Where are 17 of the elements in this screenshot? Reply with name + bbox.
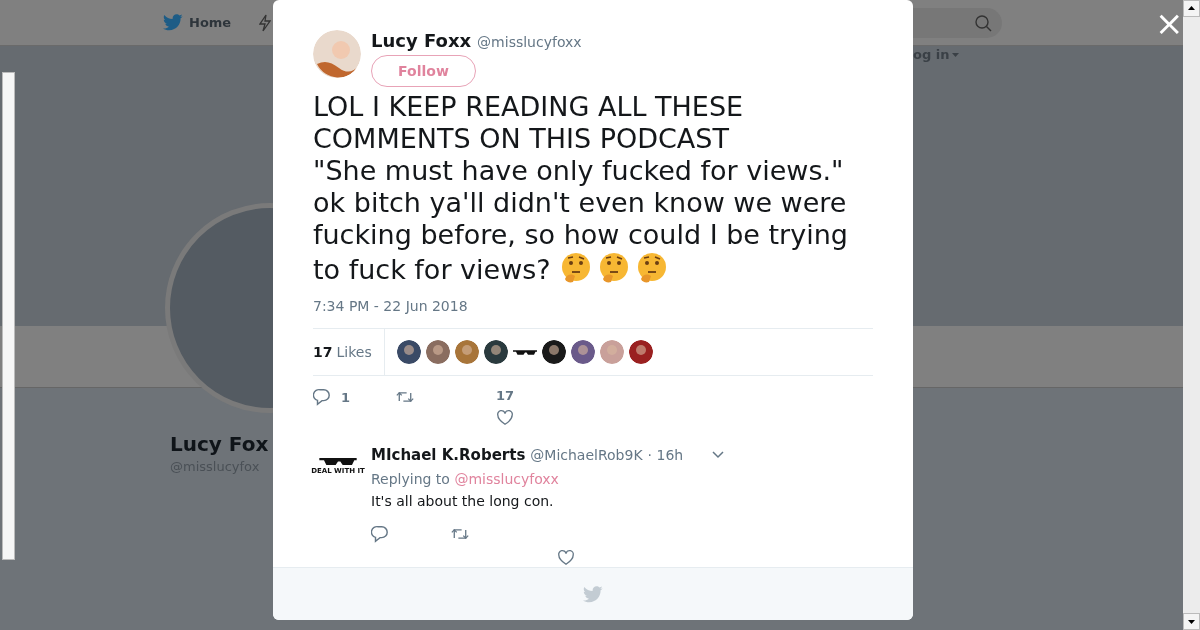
reply-author-handle[interactable]: @MichaelRob9K	[530, 447, 643, 463]
author-name[interactable]: Lucy Foxx	[371, 30, 472, 51]
reply-text: It's all about the long con.	[371, 493, 555, 509]
nav-link[interactable]: Home	[189, 15, 232, 30]
replying-to-text: Replying to @misslucyfoxx	[371, 471, 560, 487]
author-handle[interactable]: @misslucyfoxx	[477, 34, 582, 50]
tweet-time: 7:34 PM - 22 Jun 2018	[313, 298, 469, 314]
like-count: 17	[496, 388, 515, 403]
tweet-text: LOL I KEEP READING ALL THESE COMMENTS ON THIS PODCAST "She must have only fucked for views." ok bitch ya'll didn't even know we were fucking before, so how could I be trying to fuck for views?	[313, 91, 849, 286]
mention-link[interactable]: @misslucyfoxx	[454, 471, 559, 487]
close-button[interactable]: ×	[1155, 8, 1184, 38]
likes-count[interactable]: 17 Likes	[313, 329, 385, 375]
reply-author-name[interactable]: MIchael K.Roberts	[371, 446, 526, 464]
reply-age: · 16h	[647, 447, 684, 463]
follow-button[interactable]: Follow	[371, 55, 476, 87]
reply-count: 1	[341, 389, 351, 405]
profile-name: Lucy Fox	[170, 432, 269, 456]
